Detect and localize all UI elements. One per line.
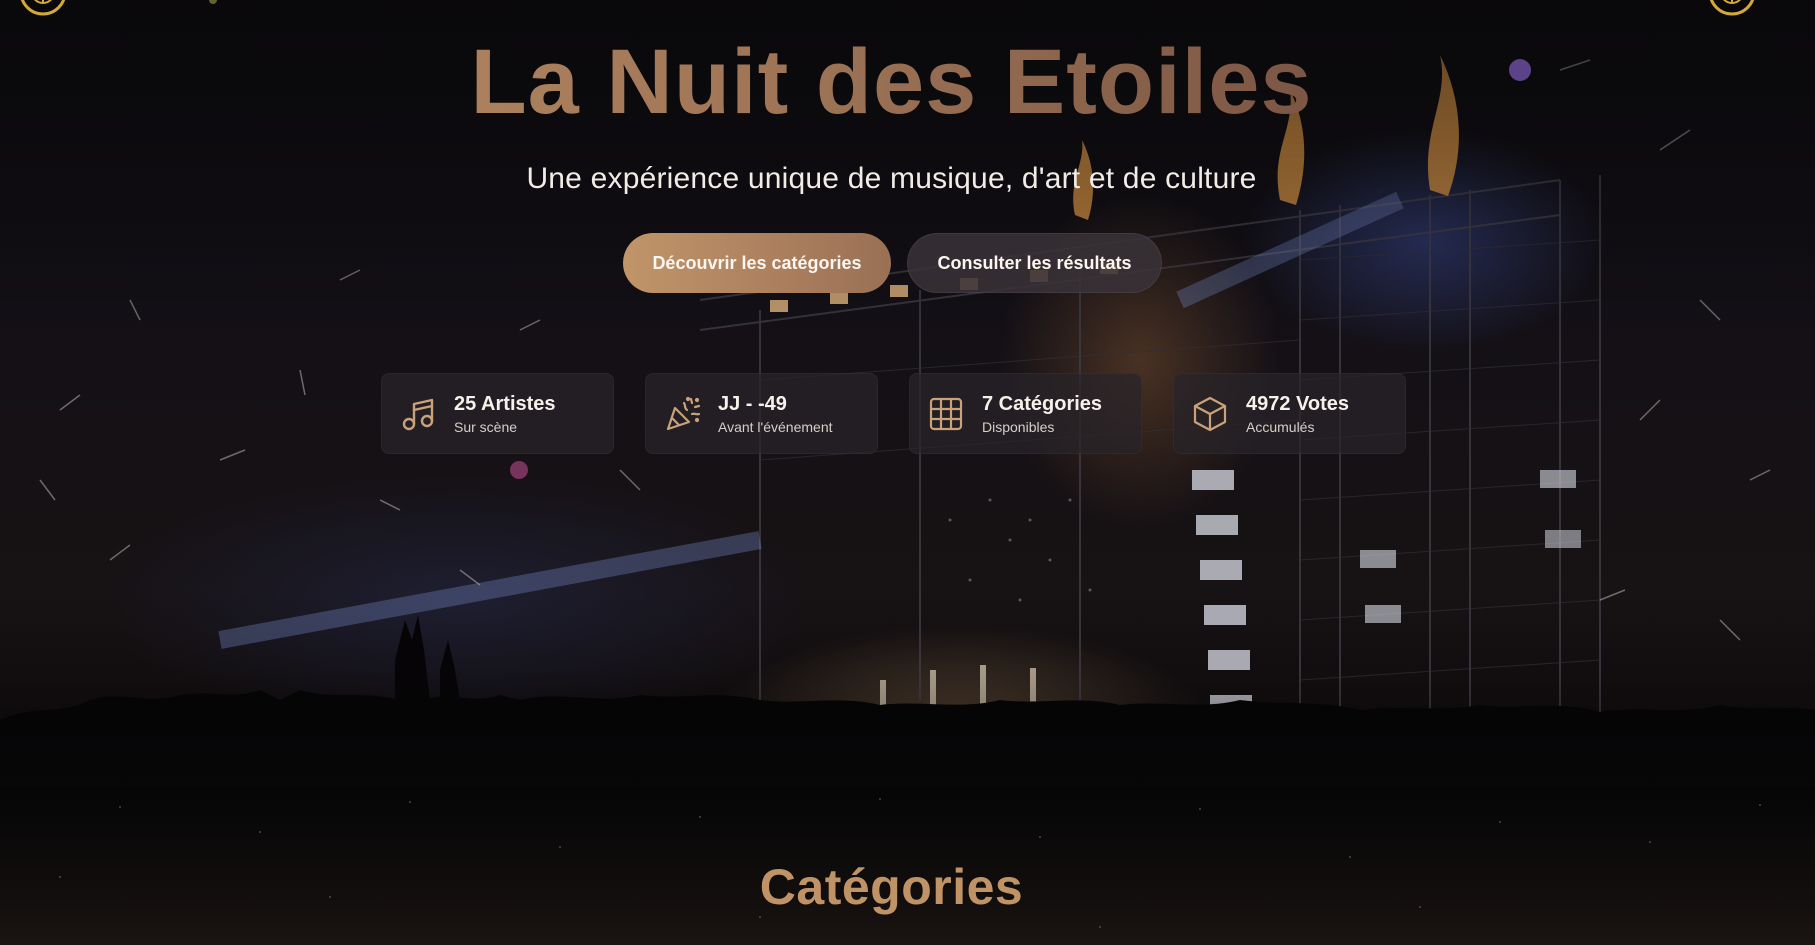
stat-value: 4972 Votes (1246, 392, 1350, 415)
stat-label: Disponibles (982, 418, 1055, 435)
stat-label: Sur scène (454, 418, 518, 435)
view-results-button[interactable]: Consulter les résultats (907, 233, 1162, 293)
logo-icon-right[interactable] (1703, 0, 1761, 26)
stat-label: Accumulés (1246, 418, 1315, 435)
categories-heading: Catégories (759, 859, 1024, 915)
stat-value: 7 Catégories (982, 392, 1103, 415)
stat-card-countdown: JJ - -49 Avant l'événement (645, 373, 878, 454)
stat-card-artists: 25 Artistes Sur scène (381, 373, 614, 454)
stat-value: 25 Artistes (454, 392, 556, 415)
box-icon (1193, 396, 1227, 431)
stat-card-votes: 4972 Votes Accumulés (1173, 373, 1406, 454)
stat-value: JJ - -49 (718, 392, 787, 415)
decorative-orb-pink (510, 461, 528, 479)
page-subtitle: Une expérience unique de musique, d'art … (526, 162, 1257, 195)
stat-label: Avant l'événement (718, 418, 833, 435)
stat-card-categories: 7 Catégories Disponibles (909, 373, 1142, 454)
discover-categories-button[interactable]: Découvrir les catégories (623, 233, 891, 293)
party-popper-icon (666, 396, 701, 430)
music-note-icon (402, 398, 434, 430)
grid-icon (929, 397, 963, 430)
logo-icon[interactable] (14, 0, 72, 26)
page-title: La Nuit des Etoiles (0, 30, 1783, 135)
